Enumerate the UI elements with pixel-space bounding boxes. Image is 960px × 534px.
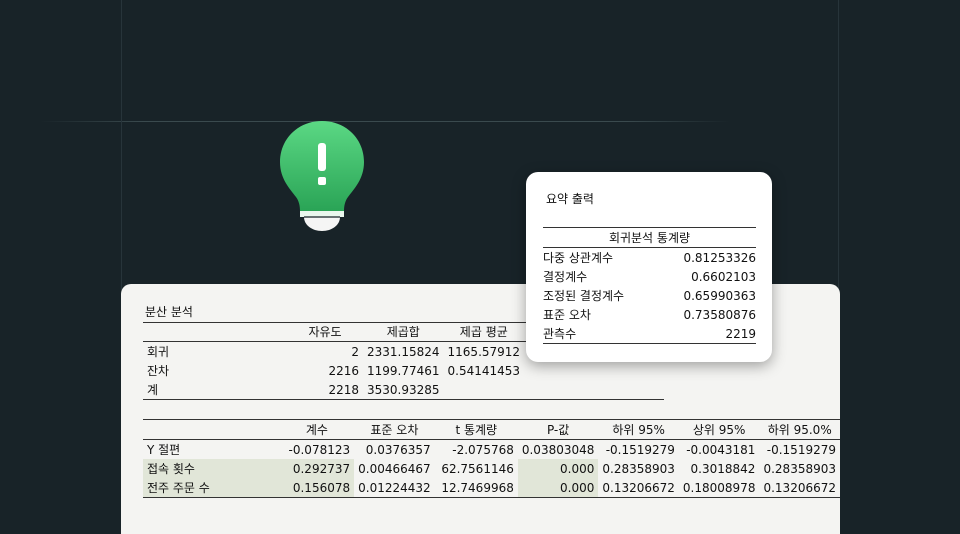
cell-df: 2216 [328,363,359,378]
cell-ms: 1165.57912 [447,344,521,359]
anova-header-ss: 제곱합 [363,322,444,342]
guide-line-right [838,0,839,290]
stat-value: 2219 [655,324,756,344]
summary-table: 회귀분석 통계량 다중 상관계수 0.81253326 결정계수 0.66021… [543,227,756,344]
row-label: 전주 주문 수 [143,478,280,498]
cell-ss: 3530.93285 [363,380,444,400]
cell-se: 0.0376357 [365,442,431,457]
cell-p: 0.000 [517,459,599,478]
stat-label: 관측수 [543,324,656,344]
table-row: 관측수 2219 [543,324,756,344]
anova-title: 분산 분석 [145,305,193,319]
cell-lo950: -0.1519279 [766,442,836,457]
cell-ms [443,380,525,400]
cell-t: 62.7561146 [441,461,514,476]
cell-hi95: 0.3018842 [690,461,756,476]
cell-lo95: 0.13206672 [598,478,679,498]
coef-header-p: P-값 [517,419,599,440]
table-row: 전주 주문 수 0.156078 0.01224432 12.7469968 0… [143,478,840,498]
table-row: Y 절편 -0.078123 0.0376357 -2.075768 0.038… [143,440,840,460]
cell-hi95: -0.0043181 [686,442,756,457]
summary-card: 요약 출력 회귀분석 통계량 다중 상관계수 0.81253326 결정계수 0… [526,172,772,362]
coef-header-coef: 계수 [279,419,355,440]
cell-ss: 2331.15824 [367,344,440,359]
cell-ss: 1199.77461 [367,363,440,378]
cell-se: 0.01224432 [354,478,435,498]
stat-value: 0.81253326 [683,250,756,265]
summary-title: 요약 출력 [546,192,594,206]
coef-header-se: 표준 오차 [354,419,435,440]
cell-se: 0.00466467 [358,461,431,476]
cell-t: -2.075768 [452,442,514,457]
stat-label: 다중 상관계수 [543,251,614,265]
stat-value: 0.6602103 [691,269,756,284]
cell-lo950: 0.28358903 [763,461,836,476]
cell-lo95: -0.1519279 [605,442,675,457]
cell-p: 0.03803048 [521,442,595,457]
coef-header-lo950: 하위 95.0% [759,419,840,440]
coef-header-lo95: 하위 95% [598,419,679,440]
cell-df: 2218 [287,380,363,400]
cell-coef: -0.078123 [288,442,351,457]
row-label: 계 [143,380,287,400]
divider-line [40,121,730,122]
table-row: 표준 오차 0.73580876 [543,305,756,324]
cell-lo950: 0.13206672 [759,478,840,498]
stat-label: 결정계수 [543,270,588,284]
anova-header-blank [143,322,287,342]
row-label: 접속 횟수 [143,459,280,478]
stat-label: 조정된 결정계수 [543,289,625,303]
coef-header-hi95: 상위 95% [678,419,760,440]
anova-header-df: 자유도 [287,322,363,342]
cell-coef: 0.292737 [279,459,355,478]
table-row: 결정계수 0.6602103 [543,267,756,286]
coef-header-blank [143,419,280,440]
summary-table-header: 회귀분석 통계량 [543,227,756,248]
coefficients-table: 계수 표준 오차 t 통계량 P-값 하위 95% 상위 95% 하위 95.0… [143,419,840,498]
lightbulb-exclamation-icon [280,121,364,231]
table-row: 잔차 2216 1199.77461 0.54141453 [143,361,664,380]
table-row: 계 2218 3530.93285 [143,380,665,400]
stat-value: 0.65990363 [683,288,756,303]
anova-header-ms: 제곱 평균 [443,322,525,342]
row-label: 잔차 [147,364,170,378]
cell-lo95: 0.28358903 [602,461,675,476]
table-row: 조정된 결정계수 0.65990363 [543,286,756,305]
row-label: Y 절편 [147,443,181,457]
cell-p: 0.000 [517,478,599,498]
cell-hi95: 0.18008978 [678,478,760,498]
row-label: 회귀 [147,345,170,359]
table-row: 접속 횟수 0.292737 0.00466467 62.7561146 0.0… [143,459,840,478]
cell-t: 12.7469968 [434,478,518,498]
table-row: 다중 상관계수 0.81253326 [543,248,756,268]
stat-value: 0.73580876 [683,307,756,322]
cell-df: 2 [351,344,359,359]
cell-coef: 0.156078 [279,478,355,498]
guide-line-left [121,0,122,290]
coef-header-t: t 통계량 [434,419,518,440]
stat-label: 표준 오차 [543,308,591,322]
cell-ms: 0.54141453 [447,363,521,378]
